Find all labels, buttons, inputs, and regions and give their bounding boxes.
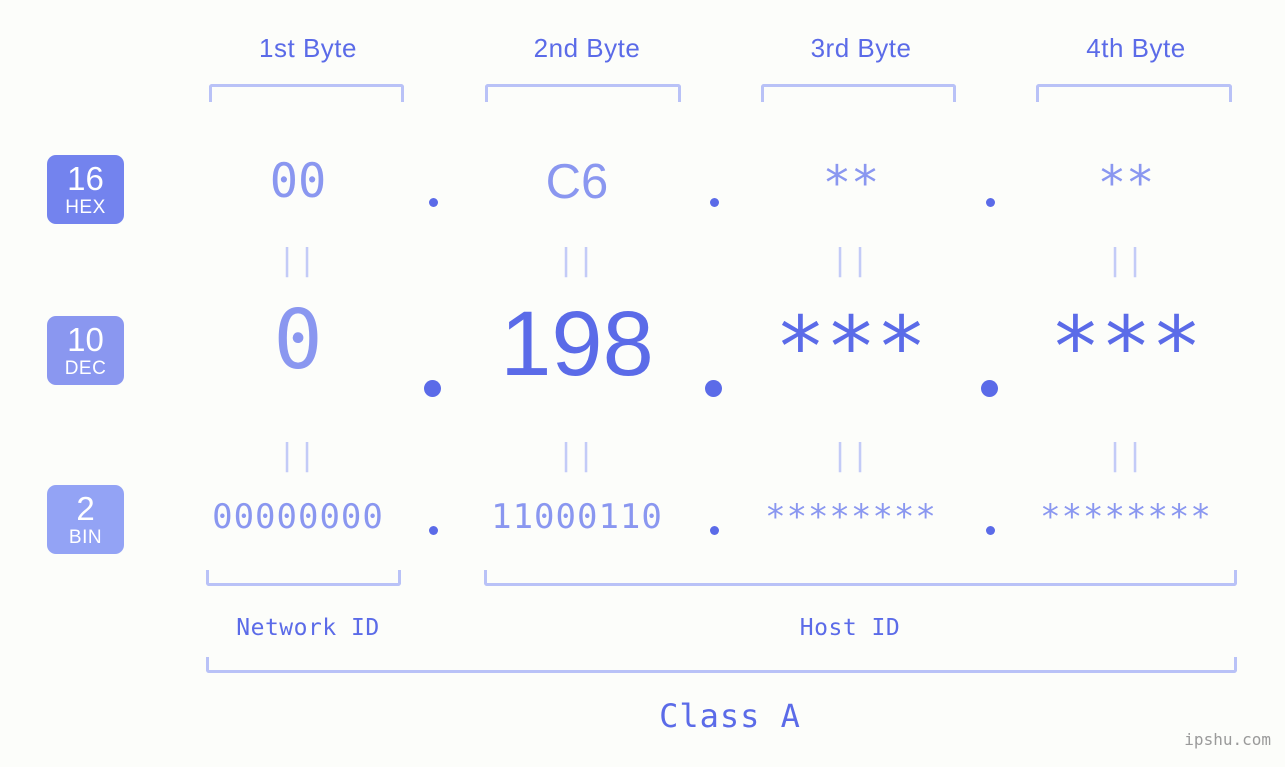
equality-mark-dec-bin-2: || xyxy=(556,438,598,473)
dec-byte-3: *** xyxy=(775,298,927,396)
radix-badge-dec: 10 DEC xyxy=(47,316,124,385)
bin-byte-2: 11000110 xyxy=(491,497,663,537)
equality-mark-dec-bin-1: || xyxy=(277,438,319,473)
radix-badge-hex-system: HEX xyxy=(65,197,106,218)
dec-byte-1: 0 xyxy=(273,293,323,388)
byte-bracket-top-3 xyxy=(761,84,956,102)
bin-separator-dot-2 xyxy=(710,526,719,535)
equality-mark-dec-bin-3: || xyxy=(830,438,872,473)
byte-bracket-top-2 xyxy=(485,84,681,102)
byte-bracket-top-1 xyxy=(209,84,404,102)
radix-badge-bin-base: 2 xyxy=(76,490,95,527)
byte-header-label-2: 2nd Byte xyxy=(533,33,641,63)
byte-header-label-3: 3rd Byte xyxy=(810,33,912,63)
hex-byte-4: ** xyxy=(1097,156,1155,211)
radix-badge-hex: 16 HEX xyxy=(47,155,124,224)
dec-byte-2: 198 xyxy=(500,293,654,395)
byte-bracket-top-4 xyxy=(1036,84,1232,102)
dec-separator-dot-2 xyxy=(705,380,722,397)
hex-separator-dot-3 xyxy=(986,198,995,207)
radix-badge-dec-base: 10 xyxy=(67,321,104,358)
equality-mark-hex-dec-4: || xyxy=(1105,243,1147,278)
hex-separator-dot-2 xyxy=(710,198,719,207)
dec-separator-dot-3 xyxy=(981,380,998,397)
site-watermark: ipshu.com xyxy=(1184,730,1271,749)
equality-mark-hex-dec-2: || xyxy=(556,243,598,278)
ip-address-breakdown-diagram: 1st Byte 2nd Byte 3rd Byte 4th Byte 16 H… xyxy=(0,0,1285,767)
byte-header-label-1: 1st Byte xyxy=(259,33,357,63)
host-id-label: Host ID xyxy=(799,615,901,641)
hex-byte-1: 00 xyxy=(269,154,327,209)
equality-mark-hex-dec-3: || xyxy=(830,243,872,278)
radix-badge-hex-base: 16 xyxy=(67,160,104,197)
dec-separator-dot-1 xyxy=(424,380,441,397)
hex-byte-3: ** xyxy=(822,156,880,211)
hex-byte-2: C6 xyxy=(545,155,609,209)
hex-separator-dot-1 xyxy=(429,198,438,207)
class-bracket xyxy=(206,657,1237,673)
host-id-bracket xyxy=(484,570,1237,586)
byte-header-label-4: 4th Byte xyxy=(1086,33,1186,63)
dec-byte-4: *** xyxy=(1050,298,1202,396)
bin-byte-3: ******** xyxy=(765,497,937,537)
class-label: Class A xyxy=(659,697,801,735)
radix-badge-bin: 2 BIN xyxy=(47,485,124,554)
equality-mark-dec-bin-4: || xyxy=(1105,438,1147,473)
network-id-bracket xyxy=(206,570,401,586)
bin-byte-4: ******** xyxy=(1040,497,1212,537)
network-id-label: Network ID xyxy=(236,615,380,641)
equality-mark-hex-dec-1: || xyxy=(277,243,319,278)
bin-separator-dot-3 xyxy=(986,526,995,535)
radix-badge-bin-system: BIN xyxy=(68,527,103,548)
radix-badge-dec-system: DEC xyxy=(64,358,107,379)
bin-byte-1: 00000000 xyxy=(212,497,384,537)
bin-separator-dot-1 xyxy=(429,526,438,535)
